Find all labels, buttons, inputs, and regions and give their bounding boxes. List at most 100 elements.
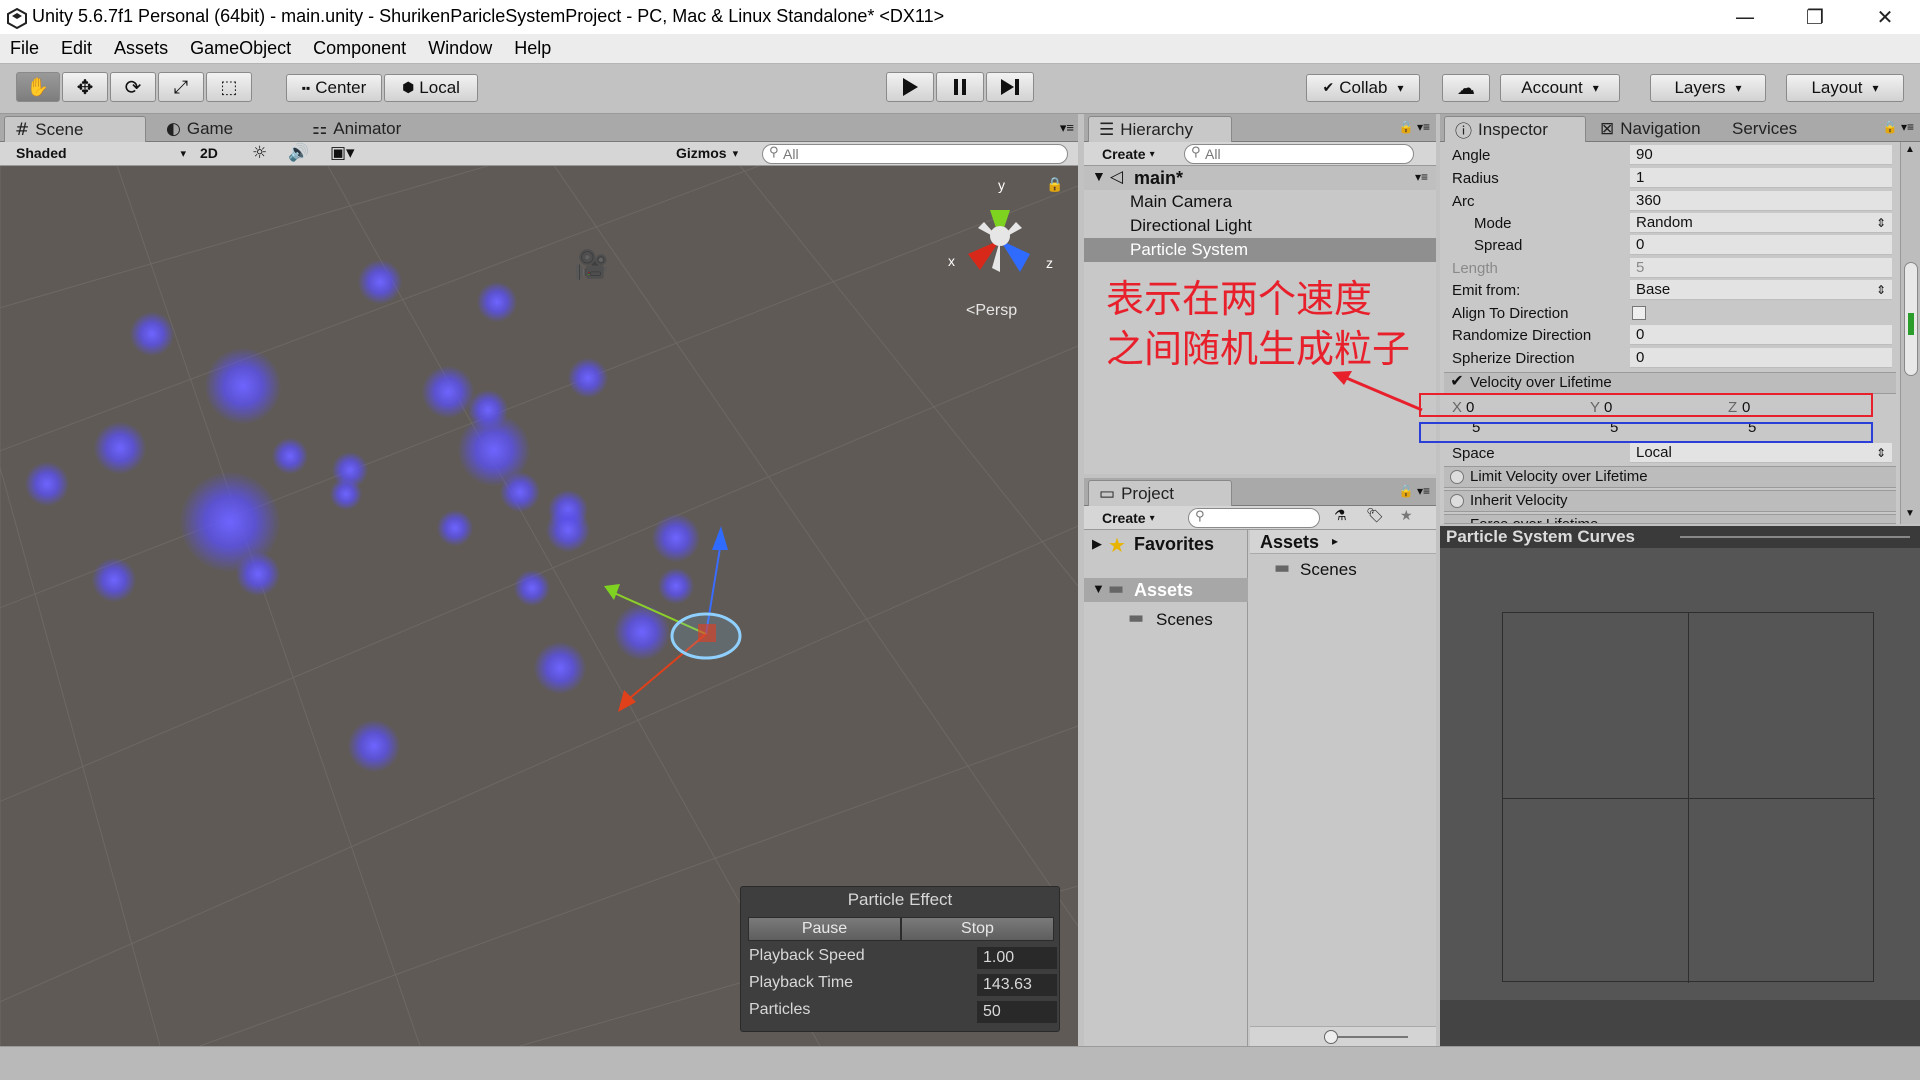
pivot-center-toggle[interactable]: ▪▪ Center [286,74,382,102]
expand-arrow-icon[interactable]: ▶ [1092,536,1102,552]
scroll-up-icon[interactable]: ▲ [1905,144,1915,155]
spherize-direction-field[interactable]: 0 [1630,348,1892,368]
pause-particle-button[interactable]: Pause [748,917,901,941]
module-toggle[interactable] [1450,470,1464,484]
tab-game[interactable]: ◐ Game [156,116,243,142]
align-direction-checkbox[interactable] [1632,306,1646,320]
particle-sprite [348,720,400,772]
force-over-lifetime-header[interactable]: Force over Lifetime [1444,514,1896,524]
scale-tool-button[interactable]: ⤢ [158,72,204,102]
tree-scenes-label[interactable]: Scenes [1156,610,1213,630]
randomize-direction-field[interactable]: 0 [1630,325,1892,345]
tab-inspector[interactable]: ⓘ Inspector [1444,116,1586,142]
2d-toggle[interactable]: 2D [200,145,218,161]
panel-menu-icon[interactable]: 🔒 ▾≡ [1399,120,1430,134]
menu-file[interactable]: File [10,38,39,59]
shading-dropdown[interactable]: Shaded ▾ [16,145,186,161]
minimize-button[interactable]: — [1710,0,1780,34]
rotate-tool-button[interactable]: ⟳ [110,72,156,102]
breadcrumb-assets[interactable]: Assets [1260,532,1319,553]
content-scenes-folder[interactable]: Scenes [1300,560,1357,580]
scene-search-input[interactable]: All [762,144,1068,164]
angle-label: Angle [1452,147,1491,164]
expand-arrow-icon[interactable]: ▼ [1092,168,1106,184]
lock-icon[interactable]: 🔒 [1046,176,1063,193]
velocity-over-lifetime-header[interactable]: ✔ Velocity over Lifetime [1444,372,1896,394]
scene-menu-icon[interactable]: ▾≡ [1415,170,1428,184]
orientation-gizmo[interactable]: y x z [940,176,1060,296]
tab-scene[interactable]: # Scene [4,116,146,142]
inspector-scrollbar[interactable]: ▲ ▼ [1900,142,1920,524]
pivot-local-toggle[interactable]: ⬢ Local [384,74,478,102]
inherit-velocity-header[interactable]: Inherit Velocity [1444,490,1896,512]
star-icon[interactable]: ★ [1400,508,1413,524]
project-create-dropdown[interactable]: Create ▾ [1102,510,1155,526]
step-button[interactable] [986,72,1034,102]
gizmos-dropdown[interactable]: Gizmos ▾ [676,145,738,161]
hierarchy-create-dropdown[interactable]: Create ▾ [1102,146,1155,162]
play-button[interactable] [886,72,934,102]
menu-window[interactable]: Window [428,38,492,59]
curve-grid [1502,612,1875,983]
collab-dropdown[interactable]: ✔ Collab [1306,74,1420,102]
menu-assets[interactable]: Assets [114,38,168,59]
layout-dropdown[interactable]: Layout [1786,74,1904,102]
label-icon[interactable]: 🏷 [1366,508,1384,524]
space-dropdown[interactable]: Local [1630,443,1892,463]
menu-help[interactable]: Help [514,38,551,59]
hand-tool-button[interactable]: ✋ [16,72,60,102]
scroll-thumb[interactable] [1904,262,1918,376]
layers-dropdown[interactable]: Layers [1650,74,1766,102]
scene-root-row[interactable]: ▼ ◁ main* ▾≡ [1084,166,1436,190]
tree-assets-row[interactable]: ▼ ▬ Assets [1084,578,1248,602]
audio-icon[interactable]: 🔊 [288,143,309,163]
panel-menu-icon[interactable]: ▾≡ [1060,120,1074,136]
mode-dropdown[interactable]: Random [1630,213,1892,233]
spread-field[interactable]: 0 [1630,235,1892,255]
menu-component[interactable]: Component [313,38,406,59]
filter-type-icon[interactable]: ⚗ [1334,508,1347,524]
panel-menu-icon[interactable]: 🔒 ▾≡ [1399,484,1430,498]
hierarchy-selected-row[interactable]: Particle System [1084,238,1436,262]
cloud-button[interactable]: ☁ [1442,74,1490,102]
menu-edit[interactable]: Edit [61,38,92,59]
playback-speed-field[interactable]: 1.00 [977,947,1057,969]
drag-handle[interactable] [1680,536,1910,538]
lighting-icon[interactable]: ☼ [252,143,267,163]
maximize-button[interactable]: ❐ [1780,0,1850,34]
module-toggle[interactable] [1450,494,1464,508]
angle-field[interactable]: 90 [1630,145,1892,165]
project-search-input[interactable] [1188,508,1320,528]
favorites-label[interactable]: Favorites [1134,534,1214,555]
transform-gizmo[interactable] [590,516,770,736]
close-button[interactable]: ✕ [1850,0,1920,34]
tab-services[interactable]: Services [1722,116,1807,142]
arc-field[interactable]: 360 [1630,191,1892,211]
scroll-down-icon[interactable]: ▼ [1905,508,1915,519]
tab-animator[interactable]: ⚏ Animator [302,116,411,142]
camera-gizmo-icon[interactable]: 🎥 [574,248,609,281]
playback-time-field[interactable]: 143.63 [977,974,1057,996]
hierarchy-item-main-camera[interactable]: Main Camera [1130,192,1232,212]
curve-editor[interactable] [1440,548,1920,1000]
expand-arrow-icon[interactable]: ▼ [1092,581,1105,596]
tab-hierarchy[interactable]: ☰ Hierarchy [1088,116,1232,142]
tab-navigation[interactable]: ⊠ Navigation [1590,116,1711,142]
zoom-slider-handle[interactable] [1324,1030,1338,1044]
rect-tool-button[interactable]: ⬚ [206,72,252,102]
limit-velocity-header[interactable]: Limit Velocity over Lifetime [1444,466,1896,488]
emit-from-dropdown[interactable]: Base [1630,280,1892,300]
menu-gameobject[interactable]: GameObject [190,38,291,59]
pause-button[interactable] [936,72,984,102]
radius-field[interactable]: 1 [1630,168,1892,188]
stop-particle-button[interactable]: Stop [901,917,1054,941]
move-tool-button[interactable]: ✥ [62,72,108,102]
hierarchy-search-input[interactable]: All [1184,144,1414,164]
checkmark-icon[interactable]: ✔ [1450,374,1464,390]
account-dropdown[interactable]: Account [1500,74,1620,102]
effects-icon[interactable]: ▣▾ [330,143,355,163]
panel-menu-icon[interactable]: 🔒 ▾≡ [1883,120,1914,134]
tab-project[interactable]: ▭ Project [1088,480,1232,506]
hierarchy-item-directional-light[interactable]: Directional Light [1130,216,1252,236]
persp-label[interactable]: <Persp [966,302,1017,320]
